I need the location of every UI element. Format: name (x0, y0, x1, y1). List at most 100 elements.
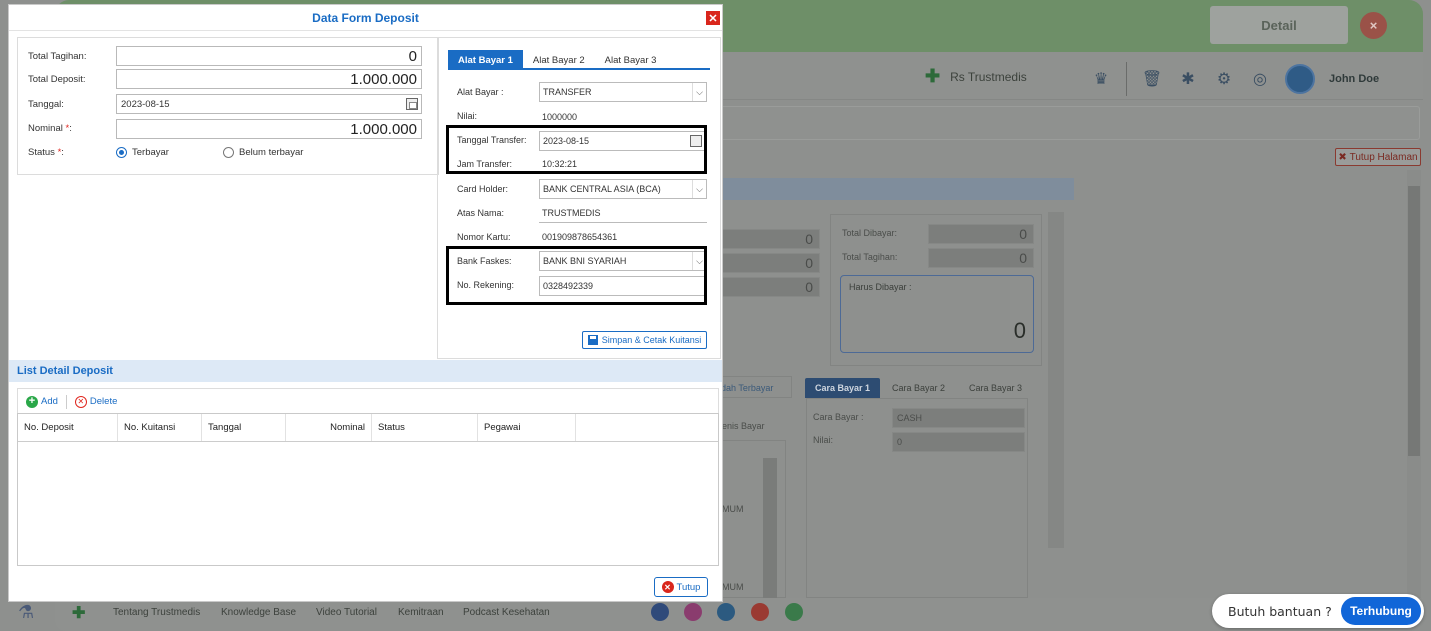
nomor-kartu-label: Nomor Kartu: (457, 232, 511, 242)
table-header: No. Deposit No. Kuitansi Tanggal Nominal… (18, 414, 718, 442)
save-print-button[interactable]: Simpan & Cetak Kuitansi (582, 331, 707, 349)
tanggal-field[interactable]: 2023-08-15 (116, 94, 422, 114)
atas-nama-field[interactable]: TRUSTMEDIS (539, 203, 707, 223)
delete-button[interactable]: ✕ Delete (74, 395, 117, 408)
help-widget[interactable]: Butuh bantuan ? Terhubung (1212, 594, 1424, 628)
tab-alat-bayar-1[interactable]: Alat Bayar 1 (448, 50, 523, 70)
user-name[interactable]: John Doe (1329, 73, 1379, 85)
support-icon[interactable]: ◎ (1249, 68, 1271, 90)
col-tanggal[interactable]: Tanggal (202, 414, 286, 441)
trash-icon[interactable]: 🗑 (1141, 68, 1163, 90)
page-scrollbar-thumb[interactable] (1408, 186, 1420, 456)
nominal-row: Nominal *: (28, 118, 116, 138)
footer-link-podcast[interactable]: Podcast Kesehatan (463, 607, 550, 618)
connect-button[interactable]: Terhubung (1341, 597, 1421, 625)
col-status[interactable]: Status (372, 414, 478, 441)
add-button[interactable]: + Add (26, 395, 58, 408)
col-no-kuitansi[interactable]: No. Kuitansi (118, 414, 202, 441)
crown-icon[interactable]: ♛ (1090, 68, 1112, 90)
highlight-transfer-box (446, 125, 707, 174)
radio-terbayar[interactable] (116, 147, 127, 158)
total-tagihan-bg-field: 0 (928, 248, 1034, 268)
trustmedis-logo-icon: ✚ (925, 66, 941, 86)
total-tagihan-bg-label: Total Tagihan: (842, 252, 898, 262)
detail-button[interactable]: Detail (1210, 6, 1348, 44)
highlight-bank-box (446, 246, 707, 305)
card-holder-select[interactable]: BANK CENTRAL ASIA (BCA) ⌵ (539, 179, 707, 199)
hospital-selector[interactable]: ✚ Rs Trustmedis (925, 66, 1027, 87)
list-scrollbar[interactable] (763, 458, 777, 598)
chevron-down-icon[interactable]: ⌵ (692, 83, 706, 101)
footer-link-kemitraan[interactable]: Kemitraan (398, 607, 444, 618)
card-holder-label: Card Holder: (457, 184, 509, 194)
virus-icon[interactable]: ✱ (1177, 68, 1199, 90)
alat-bayar-label: Alat Bayar : (457, 87, 504, 97)
tab-cara-bayar-1[interactable]: Cara Bayar 1 (805, 378, 880, 398)
nominal-field[interactable]: 1.000.000 (116, 119, 422, 139)
footer-link-knowledge[interactable]: Knowledge Base (221, 607, 296, 618)
harus-dibayar-value: 0 (1013, 318, 1026, 343)
tutup-button[interactable]: ✕ Tutup (654, 577, 708, 597)
total-tagihan-label: Total Tagihan: (28, 50, 87, 62)
nilai-label: Nilai: (457, 111, 478, 121)
deposit-form-modal: Data Form Deposit ✕ Total Tagihan: 0 Tot… (8, 4, 723, 602)
payment-tabs: Alat Bayar 1 Alat Bayar 2 Alat Bayar 3 (448, 50, 710, 70)
calendar-icon[interactable] (406, 98, 418, 110)
modal-close-icon[interactable]: ✕ (706, 11, 720, 25)
total-tagihan-field[interactable]: 0 (116, 46, 422, 66)
status-label-text: Status (28, 146, 58, 158)
status-terbayar-option[interactable]: Terbayar (116, 147, 169, 158)
atas-nama-row: Atas Nama: (457, 202, 539, 224)
radio-belum-terbayar[interactable] (223, 147, 234, 158)
radio-terbayar-label: Terbayar (132, 147, 169, 158)
youtube-icon[interactable] (751, 603, 769, 621)
linkedin-icon[interactable] (717, 603, 735, 621)
alat-bayar-value: TRANSFER (543, 87, 592, 97)
whatsapp-icon[interactable] (785, 603, 803, 621)
tab-alat-bayar-2[interactable]: Alat Bayar 2 (523, 50, 595, 70)
summary-field-2: 0 (722, 253, 820, 273)
col-nominal[interactable]: Nominal (286, 414, 372, 441)
total-dibayar-label: Total Dibayar: (842, 228, 898, 238)
inner-scrollbar[interactable] (1048, 212, 1064, 548)
status-row: Status *: (28, 142, 116, 162)
tab-cara-bayar-3[interactable]: Cara Bayar 3 (969, 383, 1022, 393)
facebook-icon[interactable] (651, 603, 669, 621)
hospital-name: Rs Trustmedis (950, 69, 1027, 84)
alat-bayar-select[interactable]: TRANSFER ⌵ (539, 82, 707, 102)
close-detail-icon[interactable]: × (1360, 12, 1387, 39)
navbar-divider (1126, 62, 1127, 96)
avatar[interactable] (1285, 64, 1315, 94)
nilai-field[interactable]: 1000000 (539, 107, 707, 127)
total-deposit-field[interactable]: 1.000.000 (116, 69, 422, 89)
tab-sudah-terbayar[interactable]: dah Terbayar (721, 383, 773, 393)
status-belum-option[interactable]: Belum terbayar (223, 147, 303, 158)
nilai-bg-field[interactable]: 0 (892, 432, 1025, 452)
toolbar-divider (65, 394, 67, 409)
footer-link-tentang[interactable]: Tentang Trustmedis (113, 607, 200, 618)
footer-link-video[interactable]: Video Tutorial (316, 607, 377, 618)
instagram-icon[interactable] (684, 603, 702, 621)
tab-alat-bayar-3[interactable]: Alat Bayar 3 (595, 50, 667, 70)
section-header (720, 178, 1074, 200)
flask-icon[interactable]: ⚗ (18, 602, 34, 623)
payment-panel: Alat Bayar 1 Alat Bayar 2 Alat Bayar 3 A… (437, 37, 721, 359)
alat-bayar-row: Alat Bayar : (457, 81, 539, 103)
chevron-down-icon[interactable]: ⌵ (692, 180, 706, 198)
cara-bayar-panel (806, 398, 1028, 598)
col-no-deposit[interactable]: No. Deposit (18, 414, 118, 441)
total-deposit-row: Total Deposit: (28, 69, 116, 89)
close-page-label: Tutup Halaman (1349, 151, 1418, 163)
col-pegawai[interactable]: Pegawai (478, 414, 576, 441)
umum-row-1: MUM (722, 504, 744, 514)
nomor-kartu-row: Nomor Kartu: (457, 226, 539, 248)
tab-cara-bayar-2[interactable]: Cara Bayar 2 (892, 383, 945, 393)
nomor-kartu-field[interactable]: 001909878654361 (539, 227, 707, 247)
summary-field-3: 0 (722, 277, 820, 297)
tutup-label: Tutup (676, 581, 701, 593)
gear-icon[interactable]: ⚙ (1213, 68, 1235, 90)
save-icon (587, 335, 598, 345)
nilai-bg-label: Nilai: (813, 435, 834, 445)
cara-bayar-select[interactable]: CASH (892, 408, 1025, 428)
close-page-button[interactable]: ✖ Tutup Halaman (1335, 148, 1421, 166)
